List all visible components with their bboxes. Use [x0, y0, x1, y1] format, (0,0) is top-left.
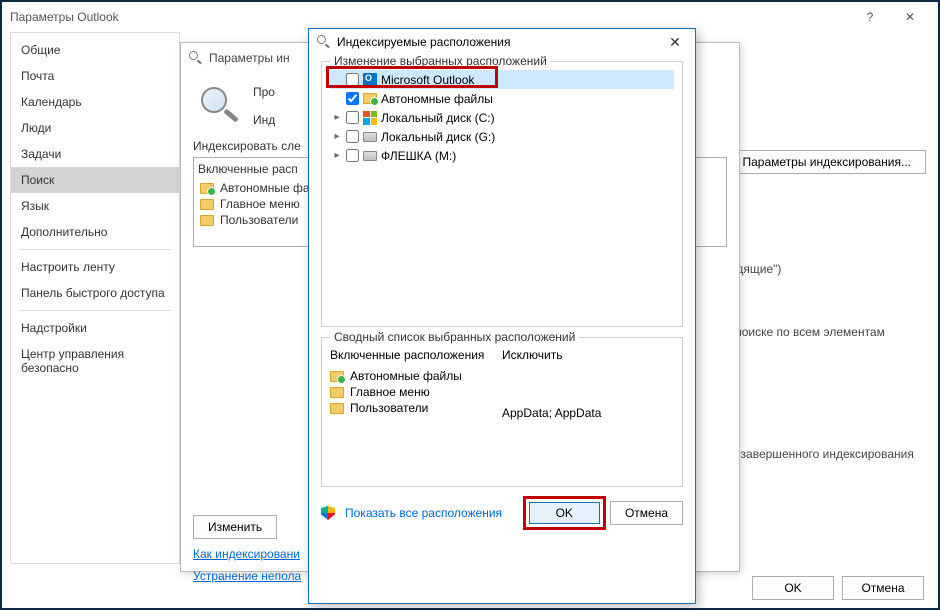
locations-tree[interactable]: Microsoft Outlook Автономные файлы ▸ Локаль… — [330, 70, 674, 318]
cancel-button[interactable]: Отмена — [610, 501, 683, 525]
summary-group: Сводный список выбранных расположений Вк… — [321, 337, 683, 487]
folder-icon — [363, 93, 377, 104]
search-icon — [317, 35, 331, 49]
ok-button[interactable]: OK — [752, 576, 834, 600]
sidebar-item[interactable]: Общие — [11, 37, 179, 63]
sidebar-item[interactable]: Задачи — [11, 141, 179, 167]
shield-icon — [321, 506, 335, 520]
dialog-title: Индексируемые расположения — [337, 35, 510, 49]
options-footer: OK Отмена — [752, 576, 924, 600]
expander-icon[interactable]: ▸ — [332, 131, 342, 142]
folder-icon — [200, 215, 214, 226]
change-locations-group: Изменение выбранных расположений Microso… — [321, 61, 683, 327]
window-title: Параметры Outlook — [10, 10, 119, 24]
tree-row[interactable]: ▸ ФЛЕШКА (M:) — [330, 146, 674, 165]
params-text: Инд — [253, 113, 275, 127]
options-sidebar: ОбщиеПочтаКалендарьЛюдиЗадачиПоискЯзыкДо… — [10, 32, 180, 564]
expander-icon[interactable]: ▸ — [332, 112, 342, 123]
folder-icon — [200, 183, 214, 194]
params-text: Про — [253, 85, 275, 99]
folder-icon — [330, 403, 344, 414]
folder-icon — [330, 371, 344, 382]
outlook-icon — [363, 73, 377, 87]
tree-label: Локальный диск (C:) — [381, 111, 495, 125]
search-icon — [189, 51, 203, 65]
exclude-column: Исключить AppData; AppData — [502, 346, 674, 478]
location-checkbox[interactable] — [346, 111, 359, 124]
group-legend: Изменение выбранных расположений — [330, 54, 551, 68]
location-checkbox[interactable] — [346, 73, 359, 86]
magnifier-icon — [193, 85, 241, 125]
summary-item: Автономные файлы — [330, 368, 502, 384]
sidebar-item[interactable]: Дополнительно — [11, 219, 179, 245]
tree-row[interactable]: ▸ Локальный диск (C:) — [330, 108, 674, 127]
folder-icon — [200, 199, 214, 210]
expander-icon[interactable]: ▸ — [332, 150, 342, 161]
tree-row[interactable]: ▸ Локальный диск (G:) — [330, 127, 674, 146]
sidebar-item[interactable]: Люди — [11, 115, 179, 141]
tree-label: Microsoft Outlook — [381, 73, 474, 87]
indexing-options-button[interactable]: Параметры индексирования... — [728, 150, 927, 174]
close-icon[interactable]: ✕ — [663, 34, 687, 51]
location-checkbox[interactable] — [346, 92, 359, 105]
params-title: Параметры ин — [209, 51, 290, 65]
sidebar-item[interactable]: Язык — [11, 193, 179, 219]
show-all-locations-link[interactable]: Показать все расположения — [345, 506, 502, 520]
sidebar-item[interactable]: Поиск — [11, 167, 179, 193]
column-header: Исключить — [502, 348, 674, 362]
sidebar-item[interactable]: Настроить ленту — [11, 254, 179, 280]
disk-icon — [363, 151, 377, 161]
tree-row[interactable]: Microsoft Outlook — [330, 70, 674, 89]
summary-item: Главное меню — [330, 384, 502, 400]
group-legend: Сводный список выбранных расположений — [330, 330, 579, 344]
close-button[interactable]: ✕ — [890, 10, 930, 24]
sidebar-item[interactable]: Почта — [11, 63, 179, 89]
cancel-button[interactable]: Отмена — [842, 576, 924, 600]
folder-icon — [330, 387, 344, 398]
modify-button[interactable]: Изменить — [193, 515, 277, 539]
included-column: Включенные расположения Автономные файлы… — [330, 346, 502, 478]
dialog-titlebar: Индексируемые расположения ✕ — [309, 29, 695, 55]
disk-icon — [363, 132, 377, 142]
location-checkbox[interactable] — [346, 130, 359, 143]
tree-label: ФЛЕШКА (M:) — [381, 149, 456, 163]
sidebar-item[interactable]: Календарь — [11, 89, 179, 115]
sidebar-item[interactable]: Надстройки — [11, 315, 179, 341]
bg-text: за незавершенного индексирования — [712, 447, 914, 461]
sidebar-item[interactable]: Панель быстрого доступа — [11, 280, 179, 306]
sidebar-item[interactable]: Центр управления безопасно — [11, 341, 179, 381]
tree-row[interactable]: Автономные файлы — [330, 89, 674, 108]
ok-button[interactable]: OK — [529, 502, 600, 524]
exclude-text: AppData; AppData — [502, 406, 674, 420]
dialog-footer: Показать все расположения OK Отмена — [321, 497, 683, 525]
windows-icon — [363, 111, 377, 125]
tree-label: Автономные файлы — [381, 92, 493, 106]
location-checkbox[interactable] — [346, 149, 359, 162]
summary-item: Пользователи — [330, 400, 502, 416]
tree-label: Локальный диск (G:) — [381, 130, 495, 144]
help-button[interactable]: ? — [850, 10, 890, 24]
indexed-locations-dialog: Индексируемые расположения ✕ Изменение в… — [308, 28, 696, 604]
column-header: Включенные расположения — [330, 348, 502, 362]
